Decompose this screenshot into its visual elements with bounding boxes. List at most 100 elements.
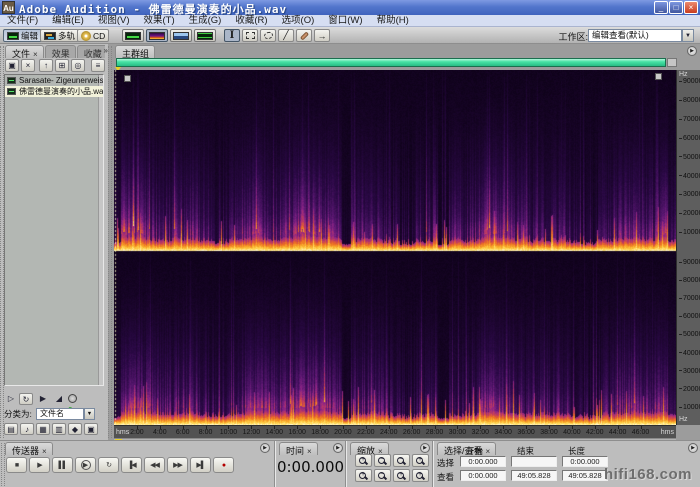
preview-volume-slider[interactable]: ◢ bbox=[52, 393, 66, 405]
go-to-end-button[interactable]: ▶▌ bbox=[190, 457, 211, 473]
panel-options-button[interactable]: ≡ bbox=[91, 59, 105, 72]
time-menu-button[interactable]: ▶ bbox=[333, 443, 343, 453]
edit-view-button[interactable]: 编辑 bbox=[3, 29, 42, 42]
menu-item-8[interactable]: 帮助(H) bbox=[370, 15, 416, 27]
close-icon[interactable]: × bbox=[486, 447, 491, 456]
autoplay-icon[interactable]: ▷ bbox=[4, 393, 18, 405]
selection-menu-button[interactable]: ▶ bbox=[688, 443, 698, 453]
file-filter-button-2[interactable]: ♪ bbox=[20, 423, 34, 435]
panel-grip[interactable] bbox=[108, 46, 112, 438]
rewind-button[interactable]: ◀◀ bbox=[144, 457, 165, 473]
zoom-menu-button[interactable]: ▶ bbox=[420, 443, 430, 453]
zoom-out-vertical-button[interactable]: − bbox=[374, 469, 391, 482]
close-button[interactable]: × bbox=[684, 1, 698, 14]
healing-brush-tool[interactable] bbox=[296, 29, 312, 42]
tab-效果[interactable]: 效果 bbox=[45, 45, 76, 58]
record-button[interactable]: ● bbox=[213, 457, 234, 473]
sort-dropdown[interactable]: 文件名 bbox=[36, 408, 84, 420]
stop-button[interactable]: ■ bbox=[6, 457, 27, 473]
menu-item-5[interactable]: 收藏(R) bbox=[228, 15, 274, 27]
import-file-button[interactable]: ▣ bbox=[5, 59, 19, 72]
menu-item-6[interactable]: 选项(O) bbox=[275, 15, 322, 27]
spectral-display-button[interactable] bbox=[146, 29, 168, 42]
file-item[interactable]: 佛雷德曼演奏的小品.wav bbox=[5, 86, 103, 97]
pause-button[interactable]: ▌▌ bbox=[52, 457, 73, 473]
tab-time[interactable]: 时间× bbox=[279, 442, 318, 455]
file-filter-button-3[interactable]: ▦ bbox=[36, 423, 50, 435]
scrub-tool[interactable]: → bbox=[314, 29, 330, 42]
pan-display-button[interactable] bbox=[170, 29, 192, 42]
tab-time-label: 时间 bbox=[286, 446, 304, 456]
tab-main-group[interactable]: 主群组 bbox=[115, 45, 155, 58]
zoom-selection-right-button[interactable]: + bbox=[412, 469, 429, 482]
value-field[interactable]: 49:05.828 bbox=[511, 470, 557, 481]
menu-item-2[interactable]: 视图(V) bbox=[91, 15, 137, 27]
main-panel-menu-button[interactable]: ▶ bbox=[687, 46, 697, 56]
close-icon[interactable]: × bbox=[33, 50, 38, 58]
loop-preview-button[interactable]: ↻ bbox=[19, 393, 33, 405]
insert-multitrack-button[interactable]: ⊞ bbox=[55, 59, 69, 72]
frequency-ruler[interactable]: Hz90000800007000060000500004000030000200… bbox=[676, 70, 700, 425]
spectral-indicator-right[interactable] bbox=[655, 73, 662, 80]
file-list-scrollbar[interactable] bbox=[98, 75, 103, 385]
transport-menu-button[interactable]: ▶ bbox=[260, 443, 270, 453]
close-icon[interactable]: × bbox=[307, 447, 312, 456]
menu-item-7[interactable]: 窗口(W) bbox=[321, 15, 369, 27]
zoom-to-selection-button[interactable]: + bbox=[412, 454, 429, 467]
value-field[interactable]: 0:00.000 bbox=[460, 456, 506, 467]
fast-forward-button[interactable]: ▶▶ bbox=[167, 457, 188, 473]
overview-bar[interactable] bbox=[116, 58, 666, 67]
go-to-start-button[interactable]: ▐◀ bbox=[121, 457, 142, 473]
insert-cd-button[interactable]: ◎ bbox=[71, 59, 85, 72]
menu-item-3[interactable]: 效果(T) bbox=[136, 15, 181, 27]
multitrack-view-button[interactable]: 多轨 bbox=[40, 29, 79, 42]
file-filter-button-1[interactable]: ▤ bbox=[4, 423, 18, 435]
zoom-out-horizontal-button[interactable]: − bbox=[374, 454, 391, 467]
spectral-indicator-left[interactable] bbox=[124, 75, 131, 82]
workspace-dropdown[interactable]: 编辑查看(默认) bbox=[588, 29, 682, 42]
file-filter-button-6[interactable]: ▣ bbox=[84, 423, 98, 435]
waveform-display-button[interactable] bbox=[122, 29, 144, 42]
tab-收藏[interactable]: 收藏 bbox=[77, 45, 105, 58]
workspace-dropdown-arrow[interactable]: ▼ bbox=[682, 29, 694, 42]
file-item[interactable]: Sarasate- Zigeunerweisen.wav bbox=[5, 75, 103, 86]
file-filter-button-4[interactable]: ▥ bbox=[52, 423, 66, 435]
close-icon[interactable]: × bbox=[42, 447, 47, 456]
timeline-ruler[interactable]: hms hms 2:004:006:008:0010:0012:0014:001… bbox=[114, 425, 676, 438]
time-tick: 24:00 bbox=[379, 427, 399, 434]
file-filter-button-5[interactable]: ◆ bbox=[68, 423, 82, 435]
zoom-in-vertical-button[interactable]: + bbox=[355, 469, 372, 482]
marquee-tool[interactable] bbox=[242, 29, 258, 42]
multitrack-label: 多轨 bbox=[58, 30, 75, 42]
pan-display-icon bbox=[173, 32, 189, 40]
time-selection-tool[interactable]: I bbox=[224, 29, 240, 42]
zoom-out-full-button[interactable]: − bbox=[393, 454, 410, 467]
loop-play-button[interactable]: ↻ bbox=[98, 457, 119, 473]
overview-bar-cap[interactable] bbox=[667, 58, 677, 67]
tab-transport[interactable]: 传送器× bbox=[5, 442, 53, 455]
phase-display-button[interactable] bbox=[194, 29, 216, 42]
play-from-cursor-button[interactable]: ▶ bbox=[75, 457, 96, 473]
value-field[interactable]: 49:05.828 bbox=[562, 470, 608, 481]
zoom-in-horizontal-button[interactable]: + bbox=[355, 454, 372, 467]
maximize-button[interactable]: □ bbox=[669, 1, 683, 14]
close-file-button[interactable]: × bbox=[21, 59, 35, 72]
zoom-selection-left-button[interactable]: + bbox=[393, 469, 410, 482]
preview-play-button[interactable]: ▶ bbox=[36, 393, 50, 405]
tab-文件[interactable]: 文件× bbox=[5, 45, 44, 58]
menu-item-4[interactable]: 生成(G) bbox=[182, 15, 229, 27]
preview-level-dial[interactable]: 0 bbox=[68, 393, 82, 405]
play-button[interactable]: ▶ bbox=[29, 457, 50, 473]
menu-item-1[interactable]: 编辑(E) bbox=[45, 15, 91, 27]
edit-file-button[interactable]: ↑ bbox=[39, 59, 53, 72]
sort-dropdown-arrow[interactable]: ▼ bbox=[84, 408, 95, 420]
minimize-button[interactable]: _ bbox=[654, 1, 668, 14]
paintbrush-tool[interactable]: ╱ bbox=[278, 29, 294, 42]
value-field[interactable] bbox=[511, 456, 557, 467]
value-field[interactable]: 0:00.000 bbox=[460, 470, 506, 481]
menu-item-0[interactable]: 文件(F) bbox=[0, 15, 45, 27]
value-field[interactable]: 0:00.000 bbox=[562, 456, 608, 467]
spectrogram-canvas[interactable] bbox=[114, 70, 676, 425]
lasso-tool[interactable] bbox=[260, 29, 276, 42]
cd-view-button[interactable]: CD bbox=[77, 29, 109, 42]
